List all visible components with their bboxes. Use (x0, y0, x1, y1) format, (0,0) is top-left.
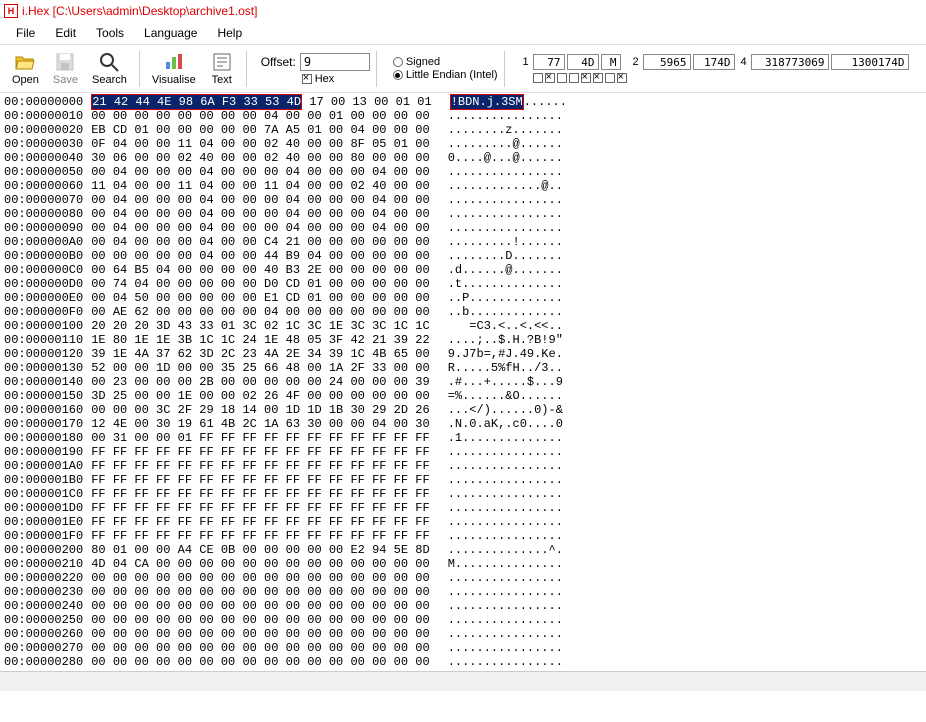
save-button[interactable]: Save (47, 49, 84, 88)
menu-file[interactable]: File (6, 24, 45, 42)
byte-width-2: 2 (633, 56, 641, 68)
search-label: Search (92, 74, 127, 86)
menu-help[interactable]: Help (207, 24, 252, 42)
signed-radio[interactable] (393, 57, 403, 67)
hex-view[interactable]: 00:0000000021 42 44 4E 98 6A F3 33 53 4D… (0, 93, 926, 671)
byte-width-4: 4 (741, 56, 749, 68)
bit-checkbox[interactable] (557, 73, 567, 83)
val-1-hex[interactable] (567, 54, 599, 70)
bit-checkbox[interactable] (569, 73, 579, 83)
toolbar: Open Save Search Visualise Text Offset: (0, 45, 926, 93)
menu-language[interactable]: Language (134, 24, 207, 42)
text-label: Text (212, 74, 232, 86)
byte-width-1: 1 (523, 56, 531, 68)
titlebar: H i.Hex [C:\Users\admin\Desktop\archive1… (0, 0, 926, 22)
val-1-dec[interactable] (533, 54, 565, 70)
visualise-button[interactable]: Visualise (146, 49, 202, 88)
flags-panel: Signed Little Endian (Intel) (393, 56, 498, 81)
save-label: Save (53, 74, 78, 86)
separator (504, 51, 505, 87)
bit-checkbox[interactable] (581, 73, 591, 83)
hex-checkbox-label: Hex (315, 73, 335, 85)
endian-radio[interactable] (393, 70, 403, 80)
offset-panel: Offset: Hex (261, 53, 370, 85)
bit-checkbox[interactable] (605, 73, 615, 83)
signed-label: Signed (406, 56, 440, 68)
offset-input[interactable] (300, 53, 370, 71)
bit-checkbox[interactable] (533, 73, 543, 83)
text-button[interactable]: Text (204, 49, 240, 88)
app-icon: H (4, 4, 18, 18)
menubar: File Edit Tools Language Help (0, 22, 926, 45)
separator (246, 51, 247, 87)
value-grid: 1 2 4 (523, 54, 909, 83)
val-4-dec[interactable] (751, 54, 829, 70)
visualise-label: Visualise (152, 74, 196, 86)
val-1-char[interactable] (601, 54, 621, 70)
open-button[interactable]: Open (6, 49, 45, 88)
open-label: Open (12, 74, 39, 86)
endian-label: Little Endian (Intel) (406, 69, 498, 81)
bit-checkbox[interactable] (593, 73, 603, 83)
hex-checkbox[interactable] (302, 74, 312, 84)
offset-label: Offset: (261, 55, 296, 69)
magnifier-icon (98, 51, 120, 73)
statusbar (0, 671, 926, 691)
window-title: i.Hex [C:\Users\admin\Desktop\archive1.o… (22, 4, 257, 18)
val-2-dec[interactable] (643, 54, 691, 70)
val-2-hex[interactable] (693, 54, 735, 70)
text-icon (211, 51, 233, 73)
chart-icon (163, 51, 185, 73)
menu-edit[interactable]: Edit (45, 24, 86, 42)
val-4-hex[interactable] (831, 54, 909, 70)
separator (376, 51, 377, 87)
search-button[interactable]: Search (86, 49, 133, 88)
bit-checkbox[interactable] (545, 73, 555, 83)
folder-open-icon (14, 51, 36, 73)
menu-tools[interactable]: Tools (86, 24, 134, 42)
floppy-icon (54, 51, 76, 73)
separator (139, 51, 140, 87)
bit-checkbox[interactable] (617, 73, 627, 83)
